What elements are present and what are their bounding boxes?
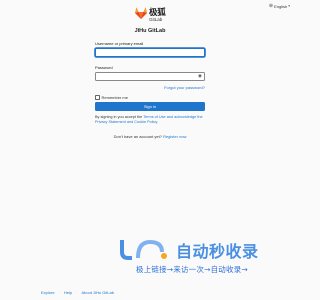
footer-separator: · [76, 290, 78, 295]
no-account-text: Don't have an account yet? [113, 134, 164, 139]
language-selector[interactable]: ⊕ English ▾ [269, 3, 290, 9]
footer-link-about[interactable]: About JiHu GitLab [81, 290, 113, 295]
chevron-down-icon: ▾ [288, 4, 290, 8]
password-input[interactable] [95, 72, 205, 81]
remember-checkbox[interactable] [95, 95, 100, 100]
footer-separator: · [58, 290, 60, 295]
username-input[interactable] [95, 48, 205, 57]
register-prompt: Don't have an account yet? Register now [0, 134, 300, 139]
forgot-password-link[interactable]: Forgot your password? [164, 85, 205, 90]
watermark-title: 自动秒收录 [176, 242, 259, 261]
login-page: ⊕ English ▾ 极狐 GitLab JiHu GitLab Userna… [0, 0, 300, 300]
terms-text: By signing in you accept the Terms of Us… [95, 115, 205, 125]
globe-icon: ⊕ [268, 3, 274, 9]
terms-prefix: By signing in you accept the [95, 115, 144, 119]
footer-link-help[interactable]: Help [64, 290, 72, 295]
sign-in-button[interactable]: Sign in [95, 102, 205, 111]
watermark-logo-icon [120, 239, 167, 260]
watermark: 自动秒收录 极上链接→来访一次→自动收录→ [118, 236, 288, 276]
eye-icon[interactable]: ◉ [198, 73, 202, 79]
remember-label: Remember me [101, 95, 128, 100]
username-label: Username or primary email [95, 41, 144, 46]
page-title: JiHu GitLab [134, 28, 166, 34]
terms-suffix: . [156, 120, 159, 125]
brand-name-en: GitLab [149, 17, 163, 22]
password-label: Password [95, 65, 113, 70]
watermark-subtitle: 极上链接→来访一次→自动收录→ [136, 265, 248, 274]
brand-logo: 极狐 GitLab [134, 6, 166, 24]
language-label: English [274, 3, 288, 9]
footer-links: Explore · Help · About JiHu GitLab [41, 290, 114, 295]
register-link[interactable]: Register now [163, 134, 186, 139]
fox-logo-icon [135, 7, 147, 19]
footer-link-explore[interactable]: Explore [41, 290, 55, 295]
remember-me[interactable]: Remember me [95, 95, 128, 100]
